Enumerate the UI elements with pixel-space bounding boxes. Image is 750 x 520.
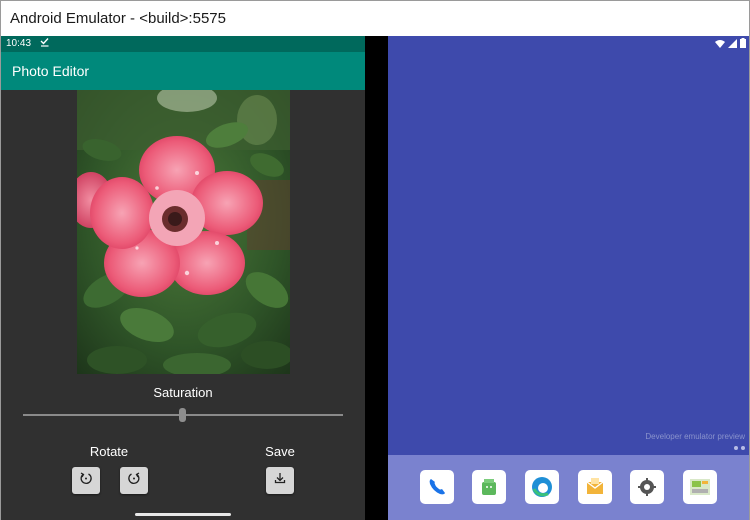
saturation-label: Saturation	[153, 385, 213, 400]
edge-browser-icon[interactable]	[525, 470, 559, 504]
window-titlebar[interactable]: Android Emulator - <build>:5575	[1, 1, 749, 36]
app-title: Photo Editor	[12, 63, 90, 79]
settings-app-icon[interactable]	[630, 470, 664, 504]
status-bar: 10:43	[1, 36, 365, 52]
rotate-left-icon	[79, 471, 93, 490]
download-done-icon	[39, 36, 50, 50]
page-dot	[734, 446, 738, 450]
status-time: 10:43	[6, 38, 32, 49]
save-button[interactable]	[266, 467, 294, 494]
developer-preview-watermark: Developer emulator preview	[645, 432, 745, 441]
email-app-icon[interactable]	[578, 470, 612, 504]
saturation-slider-thumb[interactable]	[179, 408, 186, 422]
rotate-left-button[interactable]	[72, 467, 100, 494]
status-icons	[715, 38, 746, 51]
wifi-icon	[715, 39, 725, 51]
phone-app-icon[interactable]	[420, 470, 454, 504]
right-screen-home: Developer emulator preview	[388, 36, 749, 520]
save-label: Save	[265, 444, 295, 459]
device-hinge	[365, 36, 388, 520]
left-screen: 10:43 Photo Editor Saturation Rotate Sav…	[1, 36, 365, 520]
gesture-nav-handle[interactable]	[135, 513, 231, 516]
battery-icon	[740, 38, 746, 51]
rotate-right-button[interactable]	[120, 467, 148, 494]
page-indicator	[734, 446, 745, 450]
store-app-icon[interactable]	[472, 470, 506, 504]
rotate-label: Rotate	[89, 444, 129, 459]
emulator-window: Android Emulator - <build>:5575 10:43 Ph…	[0, 0, 750, 520]
window-title: Android Emulator - <build>:5575	[10, 10, 226, 27]
app-bar: Photo Editor	[1, 52, 365, 90]
page-dot	[741, 446, 745, 450]
app-dock	[388, 455, 749, 520]
rotate-right-icon	[127, 471, 141, 490]
gallery-app-icon[interactable]	[683, 470, 717, 504]
signal-icon	[728, 38, 737, 51]
photo-preview[interactable]	[77, 90, 290, 374]
download-icon	[273, 471, 287, 490]
